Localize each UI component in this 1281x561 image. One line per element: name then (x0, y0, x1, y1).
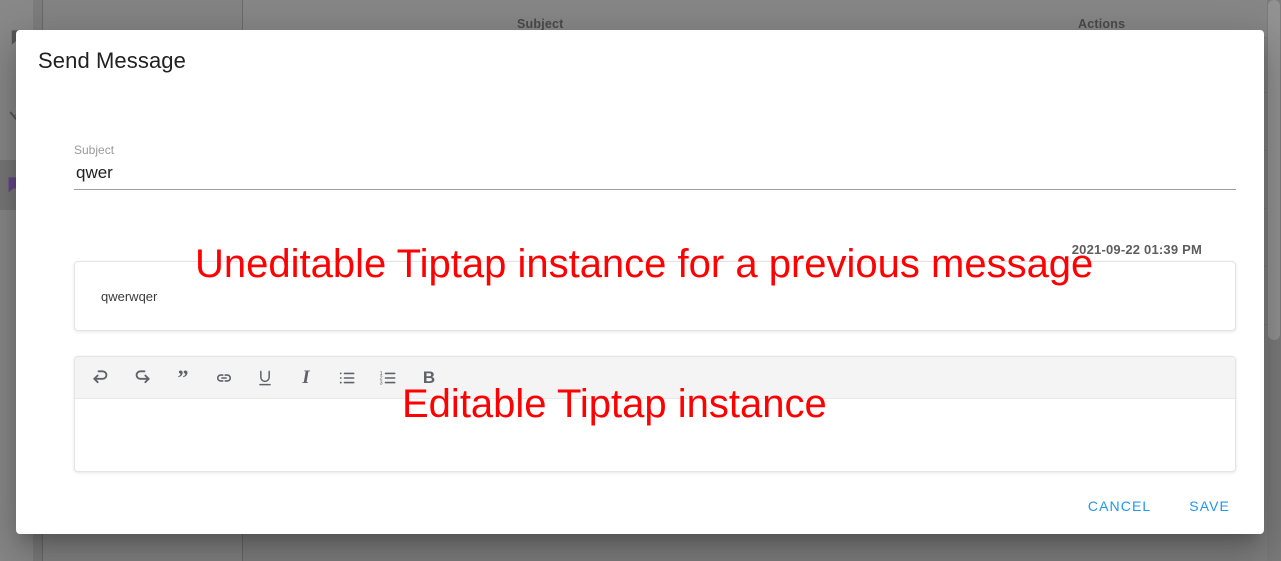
previous-message-content: qwerwqer (101, 289, 158, 304)
dialog-actions: CANCEL SAVE (1074, 490, 1244, 522)
svg-text:3: 3 (380, 380, 383, 386)
cancel-button[interactable]: CANCEL (1074, 490, 1165, 522)
ordered-list-icon[interactable]: 123 (376, 366, 400, 390)
blockquote-icon[interactable]: ” (171, 366, 195, 390)
subject-field-group: Subject (74, 142, 1236, 190)
subject-field-underline (74, 189, 1236, 190)
subject-input[interactable] (74, 158, 1236, 187)
dialog-title: Send Message (38, 48, 186, 73)
redo-icon[interactable] (130, 366, 154, 390)
modal-overlay[interactable]: Send Message Subject 2021-09-22 01:39 PM… (0, 0, 1281, 561)
subject-field-label: Subject (74, 143, 115, 157)
annotation-editable-label: Editable Tiptap instance (402, 382, 827, 426)
bullet-list-icon[interactable] (335, 366, 359, 390)
annotation-uneditable-label: Uneditable Tiptap instance for a previou… (195, 242, 1094, 286)
save-button[interactable]: SAVE (1175, 490, 1244, 522)
undo-icon[interactable] (89, 366, 113, 390)
italic-icon[interactable]: I (294, 366, 318, 390)
link-icon[interactable] (212, 366, 236, 390)
underline-icon[interactable] (253, 366, 277, 390)
